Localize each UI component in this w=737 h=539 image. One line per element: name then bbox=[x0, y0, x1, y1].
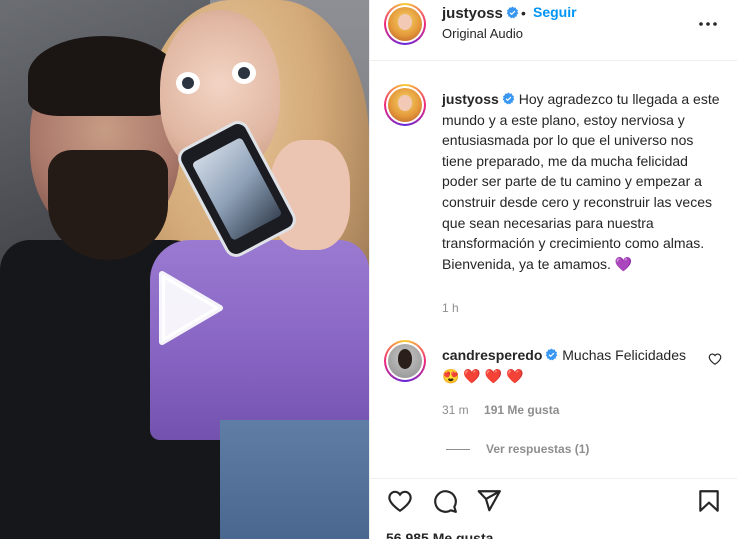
comment: candresperedo Muchas Felicidades 😍 ❤️ ❤️… bbox=[442, 345, 702, 386]
post-action-bar bbox=[370, 478, 737, 522]
original-audio-link[interactable]: Original Audio bbox=[442, 26, 523, 41]
bookmark-icon[interactable] bbox=[696, 488, 722, 514]
separator-dot: • bbox=[521, 5, 526, 21]
share-icon[interactable] bbox=[476, 488, 502, 514]
caption-text: Hoy agradezco tu llegada a este mundo y … bbox=[442, 91, 720, 272]
comment-likes[interactable]: 191 Me gusta bbox=[484, 403, 559, 417]
comment-timestamp[interactable]: 31 m bbox=[442, 403, 469, 417]
commenter-avatar[interactable] bbox=[384, 340, 426, 382]
author-avatar[interactable] bbox=[384, 3, 426, 45]
more-options-icon[interactable] bbox=[696, 12, 720, 36]
heart-icon[interactable] bbox=[387, 488, 413, 514]
post-caption: justyoss Hoy agradezco tu llegada a este… bbox=[442, 89, 727, 274]
follow-button[interactable]: Seguir bbox=[533, 4, 577, 20]
man-hair bbox=[28, 36, 178, 116]
caption-author-username[interactable]: justyoss bbox=[442, 91, 515, 107]
play-icon[interactable] bbox=[148, 268, 228, 348]
post-header: justyoss • Seguir Original Audio bbox=[370, 0, 737, 61]
comment-meta: 31 m 191 Me gusta bbox=[442, 403, 559, 417]
man-beard bbox=[48, 150, 168, 260]
view-replies-button[interactable]: Ver respuestas (1) bbox=[446, 442, 589, 456]
woman-eye-left bbox=[176, 72, 200, 94]
post-side-panel: justyoss • Seguir Original Audio justyos… bbox=[369, 0, 737, 539]
commenter-username[interactable]: candresperedo bbox=[442, 347, 558, 363]
verified-badge-icon bbox=[546, 348, 558, 361]
caption-author-avatar[interactable] bbox=[384, 84, 426, 126]
comment-icon[interactable] bbox=[432, 488, 458, 514]
comment-like-heart-icon[interactable] bbox=[708, 352, 722, 366]
post-likes-count[interactable]: 56.985 Me gusta bbox=[386, 530, 493, 539]
post-media-video[interactable] bbox=[0, 0, 369, 539]
caption-timestamp[interactable]: 1 h bbox=[442, 301, 459, 315]
jeans bbox=[220, 420, 369, 539]
woman-eye-right bbox=[232, 62, 256, 84]
verified-badge-icon bbox=[502, 92, 515, 105]
author-username[interactable]: justyoss bbox=[442, 5, 519, 22]
verified-badge-icon bbox=[506, 6, 519, 19]
